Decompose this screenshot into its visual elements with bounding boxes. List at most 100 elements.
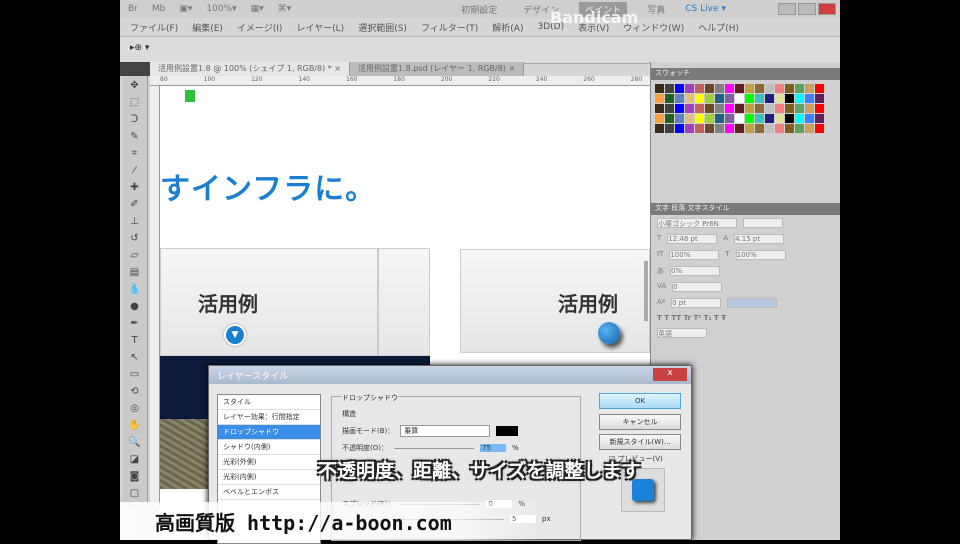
style-item-drop-shadow[interactable]: ドロップシャドウ [218, 425, 320, 440]
swatch[interactable] [735, 94, 744, 103]
swatch[interactable] [815, 104, 824, 113]
swatch[interactable] [675, 104, 684, 113]
swatch[interactable] [815, 94, 824, 103]
swatch[interactable] [755, 124, 764, 133]
swatch[interactable] [725, 84, 734, 93]
language-field[interactable]: 英語 [657, 328, 707, 338]
leading-field[interactable]: 4.15 pt [734, 234, 785, 244]
bridge-icon[interactable]: Br [128, 4, 138, 14]
menu-select[interactable]: 選択範囲(S) [358, 21, 407, 34]
swatch[interactable] [705, 124, 714, 133]
swatch[interactable] [655, 124, 664, 133]
menu-image[interactable]: イメージ(I) [237, 21, 283, 34]
swatch[interactable] [775, 94, 784, 103]
style-item[interactable]: スタイル [218, 395, 320, 410]
font-family-field[interactable]: 小塚ゴシック Pr6N [657, 218, 737, 228]
swatch[interactable] [785, 104, 794, 113]
swatch[interactable] [725, 104, 734, 113]
swatch[interactable] [655, 104, 664, 113]
swatch[interactable] [715, 114, 724, 123]
swatch[interactable] [795, 104, 804, 113]
menu-layer[interactable]: レイヤー(L) [296, 21, 344, 34]
new-style-button[interactable]: 新規スタイル(W)... [599, 434, 681, 450]
swatch[interactable] [735, 104, 744, 113]
swatch[interactable] [795, 124, 804, 133]
swatch[interactable] [685, 114, 694, 123]
marquee-tool-icon[interactable]: ⬚ [128, 96, 142, 110]
swatch[interactable] [735, 84, 744, 93]
swatch[interactable] [665, 104, 674, 113]
shape-tool-icon[interactable]: ▭ [128, 368, 142, 382]
swatch[interactable] [695, 94, 704, 103]
vertical-scale-field[interactable]: 100% [669, 250, 720, 260]
swatch[interactable] [715, 104, 724, 113]
swatch[interactable] [795, 114, 804, 123]
tab-document-1[interactable]: 活用例設置1.8 @ 100% (シェイプ 1, RGB/8) * × [150, 62, 351, 76]
swatch[interactable] [755, 94, 764, 103]
brush-tool-icon[interactable]: ✐ [128, 198, 142, 212]
swatch[interactable] [665, 84, 674, 93]
mini-bridge-icon[interactable]: Mb [152, 4, 165, 14]
swatch[interactable] [775, 124, 784, 133]
tab-document-2[interactable]: 活用例設置1.8.psd (レイヤー 1, RGB/8) × [350, 62, 525, 76]
ok-button[interactable]: OK [599, 393, 681, 409]
swatch[interactable] [715, 94, 724, 103]
opacity-slider[interactable] [393, 447, 474, 449]
zoom-level[interactable]: 100%▾ [206, 4, 236, 14]
maximize-button[interactable] [798, 3, 816, 15]
history-brush-icon[interactable]: ↺ [128, 232, 142, 246]
font-style-field[interactable] [743, 218, 783, 228]
swatch[interactable] [775, 104, 784, 113]
tracking-field[interactable]: 0% [670, 266, 720, 276]
swatch[interactable] [665, 124, 674, 133]
swatch[interactable] [815, 114, 824, 123]
swatch[interactable] [655, 114, 664, 123]
crop-tool-icon[interactable]: ⌗ [128, 147, 142, 161]
style-item[interactable]: 光彩(外側) [218, 455, 320, 470]
zoom-tool-icon[interactable]: 🔍 [128, 436, 142, 450]
text-style-buttons[interactable]: T T TT Tr T¹ T₁ T Ŧ [657, 314, 726, 322]
quick-select-tool-icon[interactable]: ✎ [128, 130, 142, 144]
blend-mode-select[interactable]: 乗算 [400, 425, 491, 437]
swatch[interactable] [725, 94, 734, 103]
healing-brush-icon[interactable]: ✚ [128, 181, 142, 195]
swatch[interactable] [705, 114, 714, 123]
style-item[interactable]: 光彩(内側) [218, 470, 320, 485]
gradient-tool-icon[interactable]: ▤ [128, 266, 142, 280]
close-button[interactable] [818, 3, 836, 15]
hand-tool-icon[interactable]: ✋ [128, 419, 142, 433]
menu-filter[interactable]: フィルター(T) [421, 21, 478, 34]
swatch[interactable] [815, 84, 824, 93]
swatch[interactable] [685, 84, 694, 93]
swatch[interactable] [725, 114, 734, 123]
swatch[interactable] [805, 114, 814, 123]
minimize-button[interactable] [778, 3, 796, 15]
swatch[interactable] [765, 114, 774, 123]
swatch[interactable] [675, 124, 684, 133]
swatch[interactable] [735, 114, 744, 123]
swatch[interactable] [755, 104, 764, 113]
cs-live-button[interactable]: CS Live ▾ [685, 4, 726, 14]
menu-file[interactable]: ファイル(F) [130, 21, 178, 34]
swatch[interactable] [785, 114, 794, 123]
panel-collapse-strip[interactable] [120, 62, 150, 76]
swatch[interactable] [765, 84, 774, 93]
eyedropper-tool-icon[interactable]: ⁄ [128, 164, 142, 178]
dialog-close-button[interactable]: x [653, 368, 687, 381]
swatch[interactable] [745, 114, 754, 123]
swatch[interactable] [665, 94, 674, 103]
swatch[interactable] [715, 124, 724, 133]
swatch[interactable] [675, 94, 684, 103]
swatch[interactable] [655, 94, 664, 103]
menu-help[interactable]: ヘルプ(H) [698, 21, 739, 34]
swatches-panel-title[interactable]: スウォッチ [651, 68, 840, 80]
swatch[interactable] [785, 124, 794, 133]
cancel-button[interactable]: キャンセル [599, 414, 681, 430]
swatch[interactable] [665, 114, 674, 123]
view-extras-icon[interactable]: ▣▾ [179, 4, 192, 14]
menu-analysis[interactable]: 解析(A) [492, 21, 523, 34]
swatch[interactable] [705, 84, 714, 93]
swatch[interactable] [675, 84, 684, 93]
swatch[interactable] [695, 114, 704, 123]
tool-preset-picker[interactable]: ▸⊕ ▾ [130, 43, 149, 53]
